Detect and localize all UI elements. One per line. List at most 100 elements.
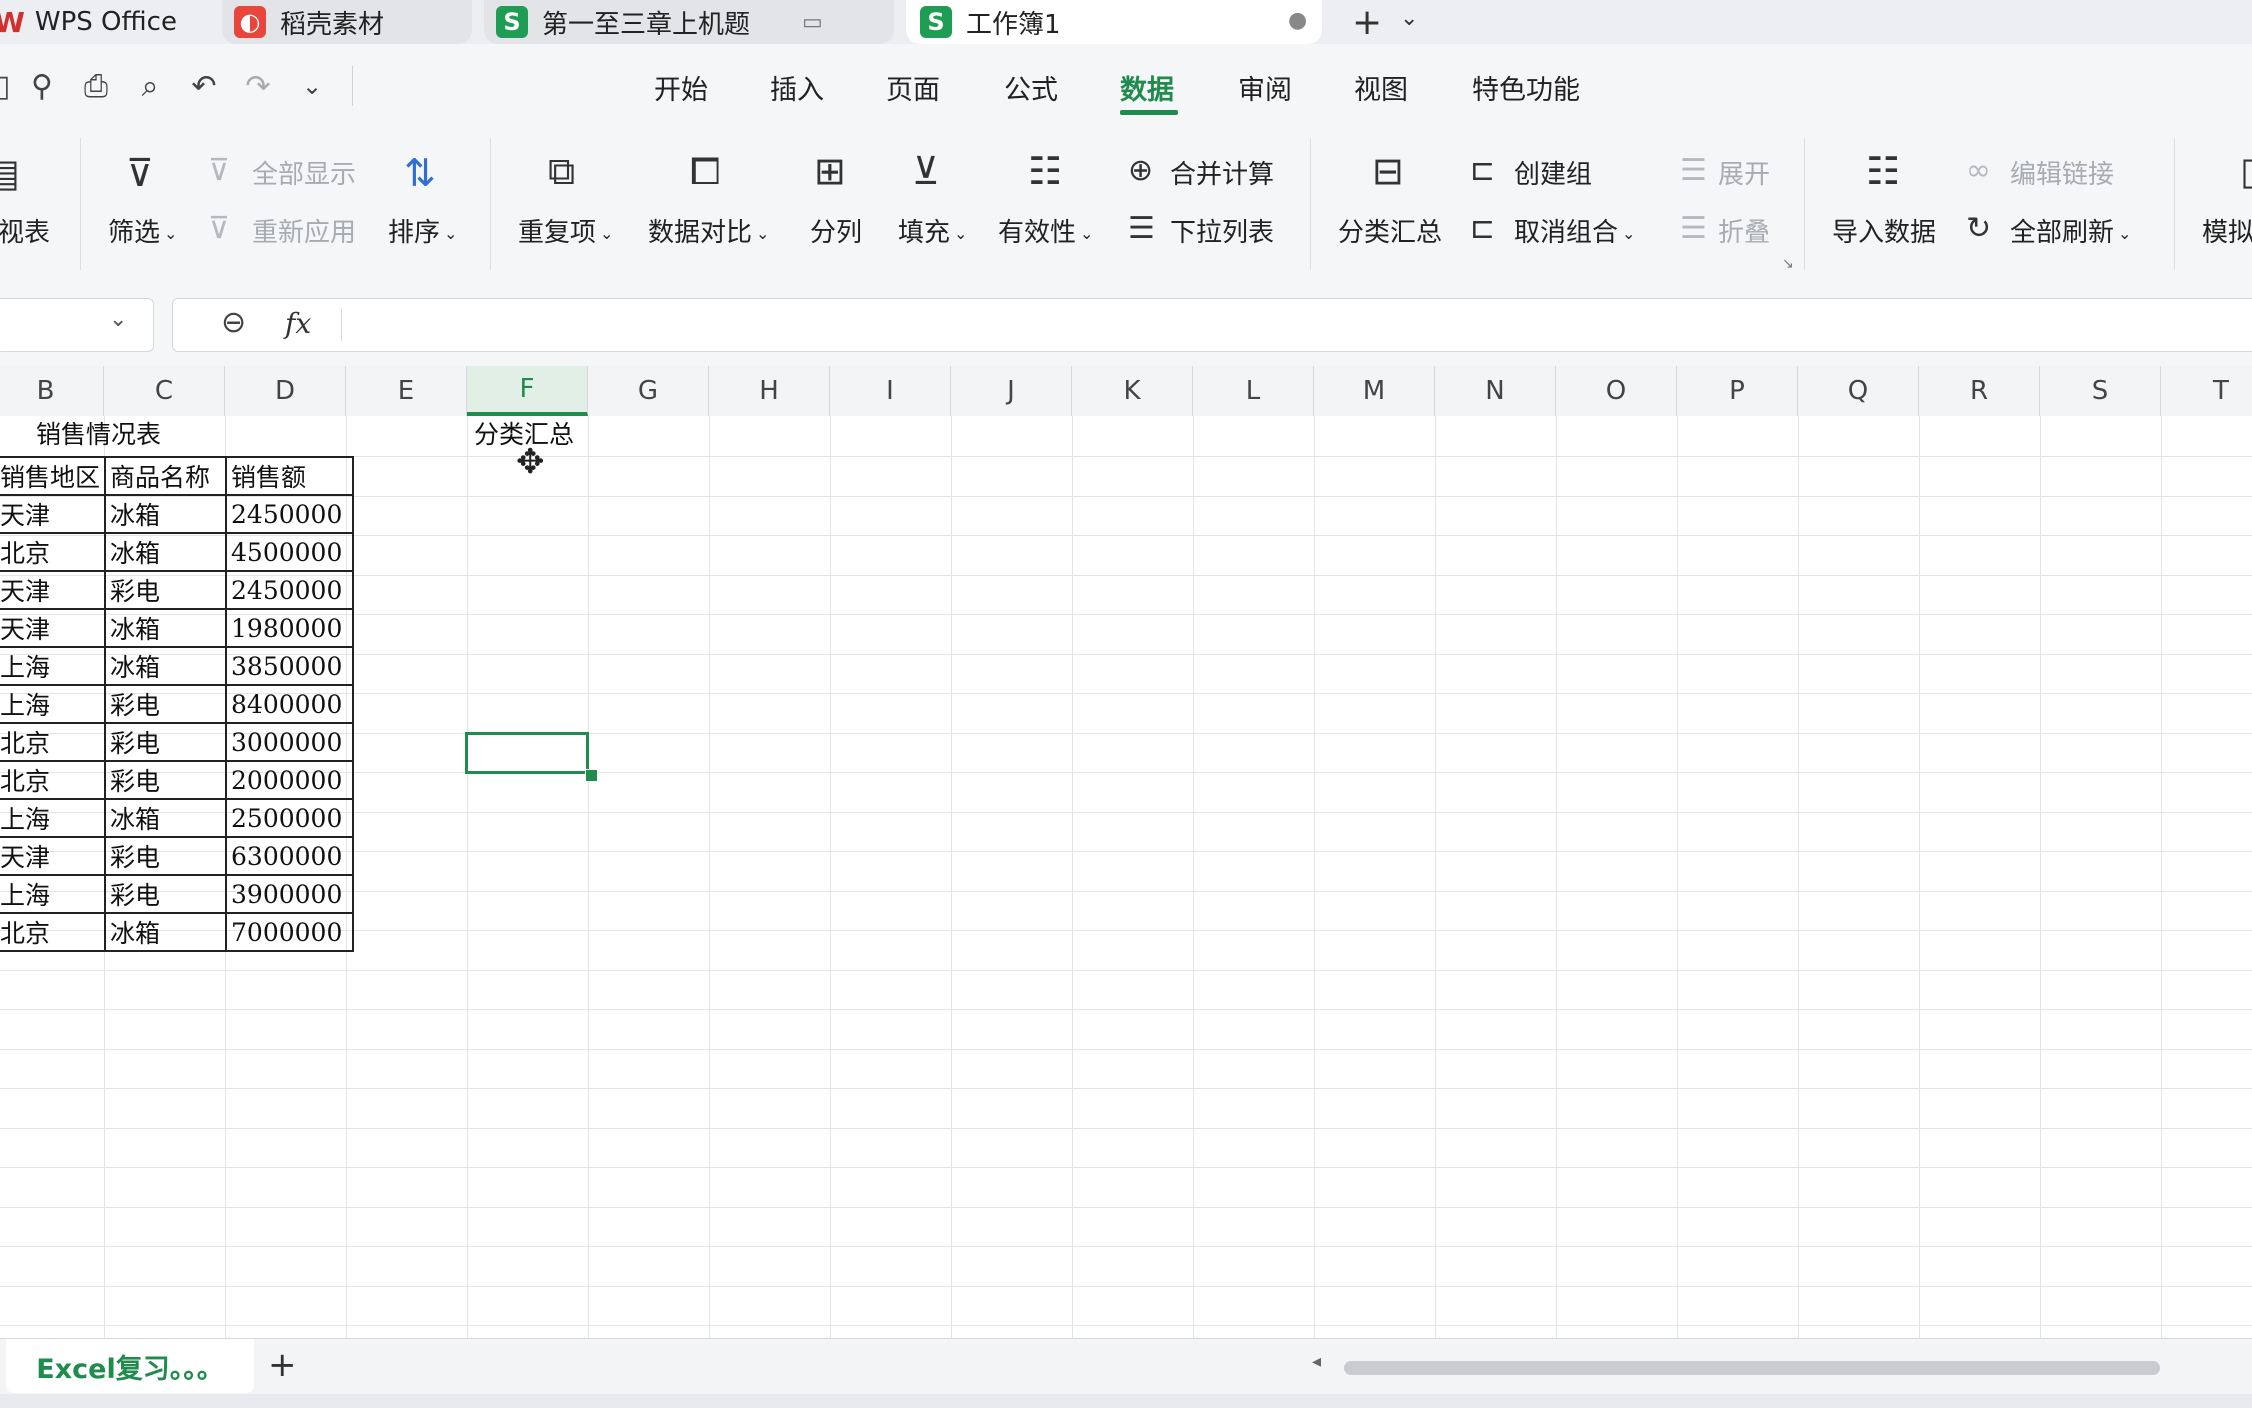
table-cell[interactable]: 上海	[0, 684, 107, 724]
table-cell[interactable]: 天津	[0, 836, 107, 876]
menu-view[interactable]: 视图	[1354, 68, 1408, 107]
col-header-b[interactable]: B	[0, 366, 104, 416]
table-header-cell[interactable]: 销售地区	[0, 456, 107, 496]
table-cell[interactable]: 2450000	[225, 494, 355, 534]
table-cell[interactable]: 北京	[0, 722, 107, 762]
import-data-button[interactable]: 导入数据	[1832, 212, 1936, 249]
filter-button[interactable]: 筛选 ⌄	[108, 212, 177, 249]
col-header-n[interactable]: N	[1435, 366, 1556, 416]
pivot-table-icon[interactable]: ▤	[0, 154, 20, 192]
table-cell[interactable]: 2000000	[225, 760, 355, 800]
chevron-down-icon[interactable]: ⌄	[1400, 6, 1418, 31]
subtotal-icon[interactable]: ⊟	[1372, 152, 1404, 190]
zoom-icon[interactable]: ⊖	[221, 305, 246, 340]
table-cell[interactable]: 4500000	[225, 532, 355, 572]
table-cell[interactable]: 彩电	[104, 722, 228, 762]
table-header-cell[interactable]: 商品名称	[104, 456, 228, 496]
dropdown-list-button[interactable]: 下拉列表	[1170, 212, 1274, 249]
data-compare-button[interactable]: 数据对比 ⌄	[648, 212, 769, 249]
table-cell[interactable]: 冰箱	[104, 608, 228, 648]
table-cell[interactable]: 彩电	[104, 684, 228, 724]
table-cell[interactable]: 8400000	[225, 684, 355, 724]
table-cell[interactable]: 上海	[0, 646, 107, 686]
table-cell[interactable]: 彩电	[104, 570, 228, 610]
refresh-all-button[interactable]: 全部刷新 ⌄	[2010, 212, 2131, 249]
table-cell[interactable]: 冰箱	[104, 646, 228, 686]
tab-wps-office[interactable]: W WPS Office	[0, 0, 204, 44]
col-header-j[interactable]: J	[951, 366, 1072, 416]
col-header-f[interactable]: F	[467, 366, 588, 416]
cell-title[interactable]: 销售情况表	[36, 416, 161, 454]
dropdown-list-icon[interactable]: ☰	[1128, 214, 1155, 244]
table-cell[interactable]: 冰箱	[104, 912, 228, 952]
col-header-c[interactable]: C	[104, 366, 225, 416]
name-box[interactable]: ⌄	[0, 298, 154, 352]
col-header-e[interactable]: E	[346, 366, 467, 416]
col-header-l[interactable]: L	[1193, 366, 1314, 416]
table-cell[interactable]: 天津	[0, 608, 107, 648]
col-header-m[interactable]: M	[1314, 366, 1435, 416]
table-header-cell[interactable]: 销售额	[225, 456, 355, 496]
col-header-h[interactable]: H	[709, 366, 830, 416]
fill-handle[interactable]	[585, 769, 598, 782]
col-header-q[interactable]: Q	[1798, 366, 1919, 416]
menu-insert[interactable]: 插入	[770, 68, 824, 107]
table-cell[interactable]: 上海	[0, 798, 107, 838]
table-cell[interactable]: 天津	[0, 570, 107, 610]
spreadsheet-grid[interactable]: 销售情况表 分类汇总 销售地区 商品名称 销售额 天津 冰箱 2450000 北京 冰箱 450…	[0, 416, 2252, 1338]
validity-icon[interactable]: ☷	[1028, 152, 1062, 190]
sheet-tab-excel-review[interactable]: Excel复习。。。	[6, 1339, 254, 1393]
table-cell[interactable]: 2500000	[225, 798, 355, 838]
col-header-s[interactable]: S	[2040, 366, 2161, 416]
link-icon[interactable]: ⚲	[22, 66, 62, 106]
refresh-all-icon[interactable]: ↻	[1966, 214, 1991, 244]
menu-data[interactable]: 数据	[1120, 68, 1174, 107]
ungroup-button[interactable]: 取消组合 ⌄	[1514, 212, 1635, 249]
table-cell[interactable]: 冰箱	[104, 798, 228, 838]
consolidate-icon[interactable]: ⊕	[1128, 156, 1153, 186]
table-cell[interactable]: 7000000	[225, 912, 355, 952]
redo-icon[interactable]: ↷	[238, 66, 278, 106]
table-cell[interactable]: 北京	[0, 532, 107, 572]
table-cell[interactable]: 彩电	[104, 874, 228, 914]
pivot-table-button[interactable]: 视表	[0, 212, 50, 249]
simulate-icon[interactable]: ▯	[2240, 152, 2252, 190]
tab-workbook1[interactable]: S 工作簿1 ●	[906, 0, 1322, 44]
menu-special[interactable]: 特色功能	[1472, 68, 1580, 107]
split-column-icon[interactable]: ⊞	[814, 152, 846, 190]
create-group-button[interactable]: 创建组	[1514, 154, 1592, 191]
subtotal-button[interactable]: 分类汇总	[1338, 212, 1442, 249]
col-header-k[interactable]: K	[1072, 366, 1193, 416]
table-cell[interactable]: 6300000	[225, 836, 355, 876]
undo-icon[interactable]: ↶	[184, 66, 224, 106]
import-data-icon[interactable]: ☷	[1866, 152, 1900, 190]
split-column-button[interactable]: 分列	[810, 212, 862, 249]
table-cell[interactable]: 3850000	[225, 646, 355, 686]
table-cell[interactable]: 彩电	[104, 760, 228, 800]
table-cell[interactable]: 天津	[0, 494, 107, 534]
duplicates-icon[interactable]: ⧉	[548, 152, 575, 190]
menu-formula[interactable]: 公式	[1004, 68, 1058, 107]
validity-button[interactable]: 有效性 ⌄	[998, 212, 1093, 249]
table-cell[interactable]: 1980000	[225, 608, 355, 648]
filter-icon[interactable]: ⊽	[126, 154, 154, 192]
col-header-p[interactable]: P	[1677, 366, 1798, 416]
table-cell[interactable]: 上海	[0, 874, 107, 914]
create-group-icon[interactable]: ⊏	[1470, 156, 1495, 186]
print-icon[interactable]: ⎙	[76, 66, 116, 106]
new-tab-plus-icon[interactable]: +	[1352, 2, 1382, 43]
selected-cell[interactable]	[465, 732, 589, 774]
col-header-i[interactable]: I	[830, 366, 951, 416]
data-compare-icon[interactable]: ⧠	[690, 152, 720, 190]
fill-button[interactable]: 填充 ⌄	[898, 212, 967, 249]
chevron-down-icon[interactable]: ⌄	[109, 307, 127, 332]
table-cell[interactable]: 北京	[0, 912, 107, 952]
save-icon[interactable]: ▯	[0, 66, 22, 106]
tab-docer[interactable]: ◐ 稻壳素材	[222, 0, 472, 44]
table-cell[interactable]: 冰箱	[104, 494, 228, 534]
col-header-g[interactable]: G	[588, 366, 709, 416]
fx-icon[interactable]: fx	[285, 307, 311, 340]
menu-review[interactable]: 审阅	[1238, 68, 1292, 107]
table-cell[interactable]: 北京	[0, 760, 107, 800]
simulate-button[interactable]: 模拟	[2202, 212, 2252, 249]
